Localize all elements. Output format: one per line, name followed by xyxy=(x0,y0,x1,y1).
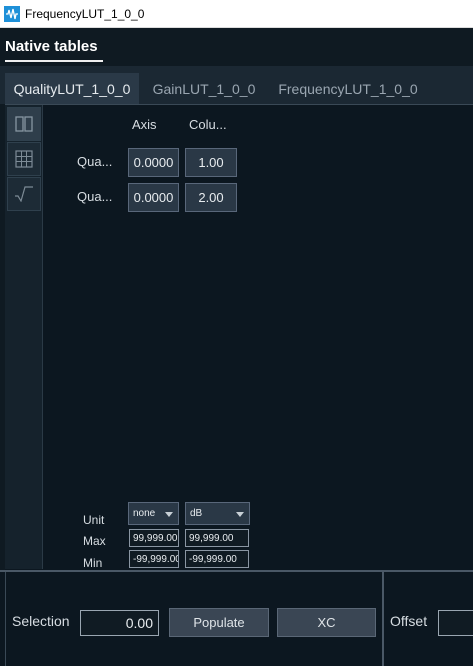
tab-quality-lut[interactable]: QualityLUT_1_0_0 xyxy=(5,73,139,104)
sqrt-icon[interactable] xyxy=(7,177,41,211)
axis-max-input[interactable]: 99,999.00 xyxy=(129,529,179,547)
divider xyxy=(5,572,6,666)
axis-min-input[interactable]: -99,999.00 xyxy=(129,550,179,568)
axis-cell[interactable]: 0.0000 xyxy=(128,148,179,177)
max-label: Max xyxy=(83,534,106,548)
divider xyxy=(382,572,384,666)
column-header-column: Colu... xyxy=(189,117,227,132)
offset-label: Offset xyxy=(390,613,428,629)
selection-label: Selection xyxy=(12,613,70,629)
selection-input[interactable]: 0.00 xyxy=(80,610,159,636)
title-underline xyxy=(5,60,103,62)
axis-cell[interactable]: 0.0000 xyxy=(128,183,179,212)
column-min-input[interactable]: -99,999.00 xyxy=(185,550,249,568)
tab-bar: QualityLUT_1_0_0 GainLUT_1_0_0 Frequency… xyxy=(0,66,473,104)
column-max-input[interactable]: 99,999.00 xyxy=(185,529,249,547)
waveform-icon xyxy=(4,5,20,22)
row-label: Qua... xyxy=(77,189,113,204)
column-unit-value: dB xyxy=(190,508,203,519)
title-bar: FrequencyLUT_1_0_0 xyxy=(0,0,473,28)
unit-label: Unit xyxy=(83,513,105,527)
window-title: FrequencyLUT_1_0_0 xyxy=(25,6,145,21)
columns-icon[interactable] xyxy=(7,107,41,141)
axis-unit-value: none xyxy=(133,508,156,519)
value-cell[interactable]: 2.00 xyxy=(185,183,237,212)
chevron-down-icon xyxy=(165,512,173,517)
min-label: Min xyxy=(83,556,103,570)
table-panel xyxy=(5,104,473,570)
header: Native tables xyxy=(0,28,473,66)
view-sidebar xyxy=(5,105,43,569)
column-header-axis: Axis xyxy=(132,117,157,132)
value-cell[interactable]: 1.00 xyxy=(185,148,237,177)
xc-button[interactable]: XC xyxy=(277,608,376,637)
app-window: FrequencyLUT_1_0_0 Native tables Quality… xyxy=(0,0,473,666)
chevron-down-icon xyxy=(236,512,244,517)
tab-frequency-lut[interactable]: FrequencyLUT_1_0_0 xyxy=(269,73,427,104)
axis-unit-dropdown[interactable]: none xyxy=(128,502,179,525)
grid-icon[interactable] xyxy=(7,142,41,176)
column-unit-dropdown[interactable]: dB xyxy=(185,502,250,525)
offset-input[interactable] xyxy=(438,610,473,636)
tab-gain-lut[interactable]: GainLUT_1_0_0 xyxy=(142,73,266,104)
populate-button[interactable]: Populate xyxy=(169,608,269,637)
page-title: Native tables xyxy=(5,38,98,55)
row-label: Qua... xyxy=(77,154,113,169)
